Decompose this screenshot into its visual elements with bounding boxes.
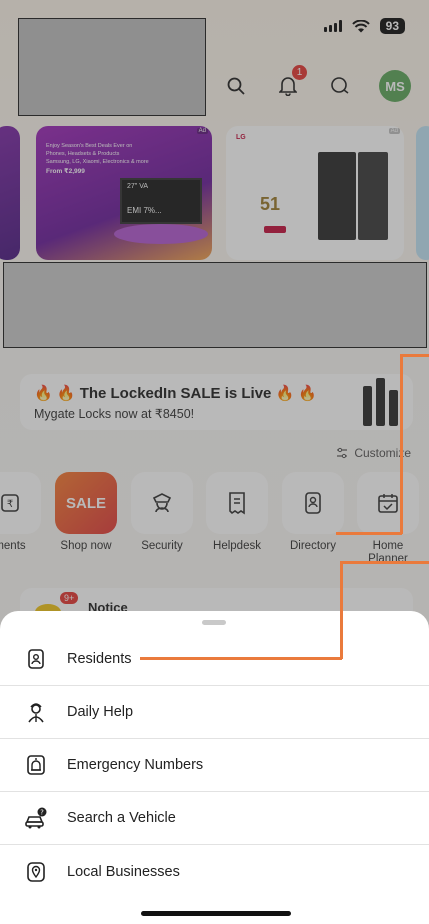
annotation-line: [400, 354, 429, 357]
menu-item-local-businesses[interactable]: Local Businesses: [0, 845, 429, 898]
menu-item-label: Search a Vehicle: [67, 810, 176, 826]
annotation-line: [340, 561, 429, 564]
menu-item-residents[interactable]: Residents: [0, 633, 429, 686]
menu-item-emergency-numbers[interactable]: Emergency Numbers: [0, 739, 429, 792]
menu-item-label: Local Businesses: [67, 863, 180, 880]
menu-item-daily-help[interactable]: Daily Help: [0, 686, 429, 739]
menu-item-label: Emergency Numbers: [67, 757, 204, 773]
sheet-drag-handle[interactable]: [202, 620, 226, 625]
annotation-line: [336, 532, 402, 535]
location-pin-icon: [24, 860, 48, 884]
annotation-line: [140, 657, 342, 660]
menu-item-label: Daily Help: [67, 704, 134, 720]
vehicle-search-icon: ?: [24, 806, 48, 830]
daily-help-icon: [24, 700, 48, 724]
svg-text:?: ?: [40, 809, 44, 817]
menu-item-label: Residents: [67, 651, 132, 667]
annotation-line: [400, 354, 403, 534]
home-indicator[interactable]: [141, 911, 291, 916]
sheet-menu-list: Residents Daily Help Emergency Numbers ?…: [0, 633, 429, 898]
emergency-icon: [24, 753, 48, 777]
menu-item-search-vehicle[interactable]: ? Search a Vehicle: [0, 792, 429, 845]
resident-id-icon: [24, 647, 48, 671]
annotation-line: [340, 611, 343, 659]
